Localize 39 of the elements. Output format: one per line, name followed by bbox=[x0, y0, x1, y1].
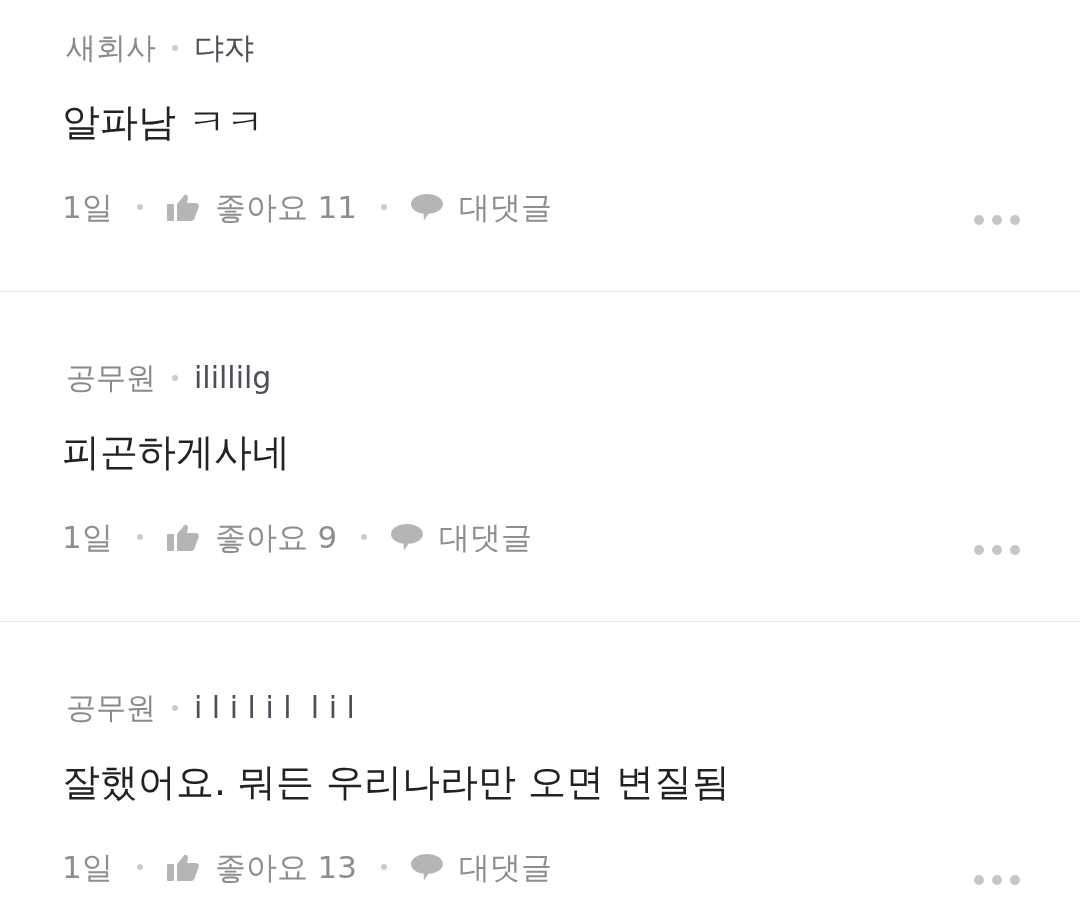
speech-bubble-icon bbox=[391, 523, 424, 551]
reply-button[interactable]: 대댓글 bbox=[391, 515, 533, 559]
speech-bubble-icon bbox=[411, 193, 444, 221]
comment-time: 1일 bbox=[62, 848, 113, 887]
comment-time: 1일 bbox=[62, 188, 113, 227]
separator-dot-icon bbox=[172, 705, 178, 711]
separator-dot-icon bbox=[361, 534, 368, 540]
more-options-button[interactable] bbox=[974, 545, 1020, 555]
separator-dot-icon bbox=[136, 864, 143, 870]
thumbs-up-icon bbox=[166, 193, 199, 221]
more-dots-icon bbox=[974, 215, 1020, 225]
reply-button[interactable]: 대댓글 bbox=[411, 185, 553, 229]
reply-button[interactable]: 대댓글 bbox=[411, 845, 553, 889]
thumbs-up-icon bbox=[166, 523, 199, 551]
speech-bubble-icon bbox=[411, 853, 444, 881]
author-company: 공무원 bbox=[66, 359, 156, 397]
author-username[interactable]: ilillilg bbox=[194, 358, 272, 398]
comment-time: 1일 bbox=[62, 518, 113, 557]
like-button[interactable]: 좋아요 11 bbox=[166, 185, 358, 229]
separator-dot-icon bbox=[172, 45, 178, 51]
thumbs-up-icon bbox=[166, 853, 199, 881]
like-button[interactable]: 좋아요 9 bbox=[166, 515, 338, 559]
author-username[interactable]: 댜쟈 bbox=[194, 28, 254, 68]
author-username[interactable]: i l i l i l l i l bbox=[194, 688, 355, 728]
more-dots-icon bbox=[974, 875, 1020, 885]
author-company: 새회사 bbox=[66, 29, 156, 67]
separator-dot-icon bbox=[136, 534, 143, 540]
separator-dot-icon bbox=[381, 204, 388, 210]
author-company: 공무원 bbox=[66, 689, 156, 727]
separator-dot-icon bbox=[381, 864, 388, 870]
separator-dot-icon bbox=[172, 375, 178, 381]
like-button[interactable]: 좋아요 13 bbox=[166, 845, 358, 889]
comment-text: 피곤하게사네 bbox=[62, 429, 291, 476]
comment-text: 잘했어요. 뭐든 우리나라만 오면 변질됨 bbox=[62, 759, 732, 806]
separator-dot-icon bbox=[136, 204, 143, 210]
comment-text: 알파남 ㅋㅋ bbox=[62, 99, 266, 146]
more-options-button[interactable] bbox=[974, 875, 1020, 885]
more-dots-icon bbox=[974, 545, 1020, 555]
more-options-button[interactable] bbox=[974, 215, 1020, 225]
